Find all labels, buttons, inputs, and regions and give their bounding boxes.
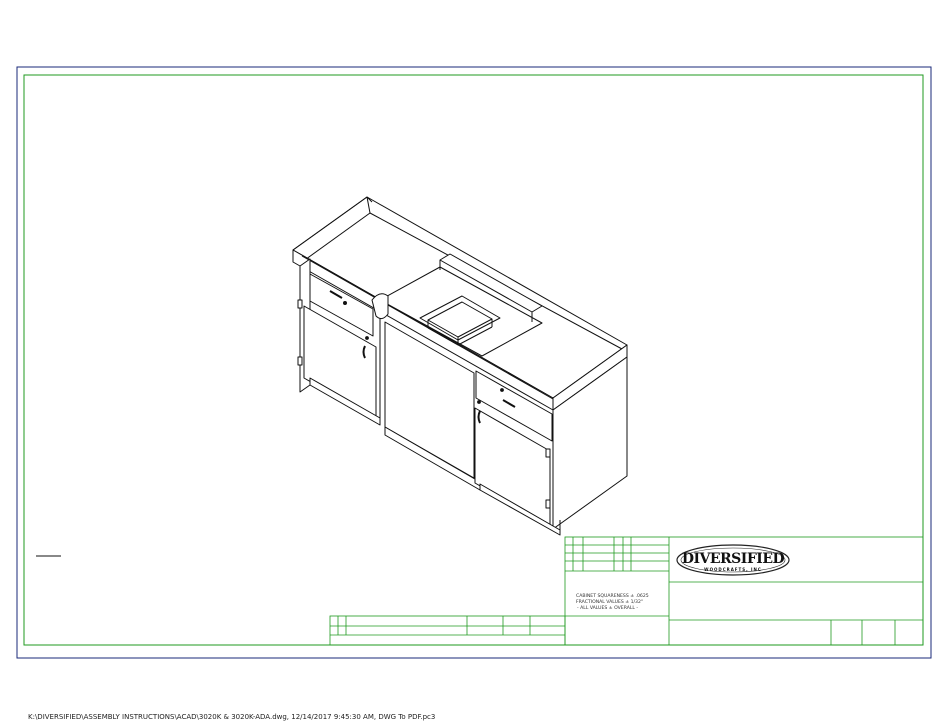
logo-text: DIVERSIFIED: [682, 551, 785, 567]
note-squareness: CABINET SQUARENESS ± .0625: [576, 593, 649, 599]
cabinet-isometric-drawing: [292, 196, 628, 536]
note-overall: - ALL VALUES ± OVERALL -: [577, 605, 638, 611]
title-block: [329, 536, 924, 646]
file-path-footer: K:\DIVERSIFIED\ASSEMBLY INSTRUCTIONS\ACA…: [28, 713, 436, 721]
logo-subtext: WOODCRAFTS, INC: [704, 567, 762, 572]
note-fractional: FRACTIONAL VALUES ± 1/32": [576, 599, 643, 605]
company-logo: DIVERSIFIED WOODCRAFTS, INC: [676, 544, 790, 576]
drawing-sheet: CABINET SQUARENESS ± .0625 FRACTIONAL VA…: [16, 66, 932, 659]
